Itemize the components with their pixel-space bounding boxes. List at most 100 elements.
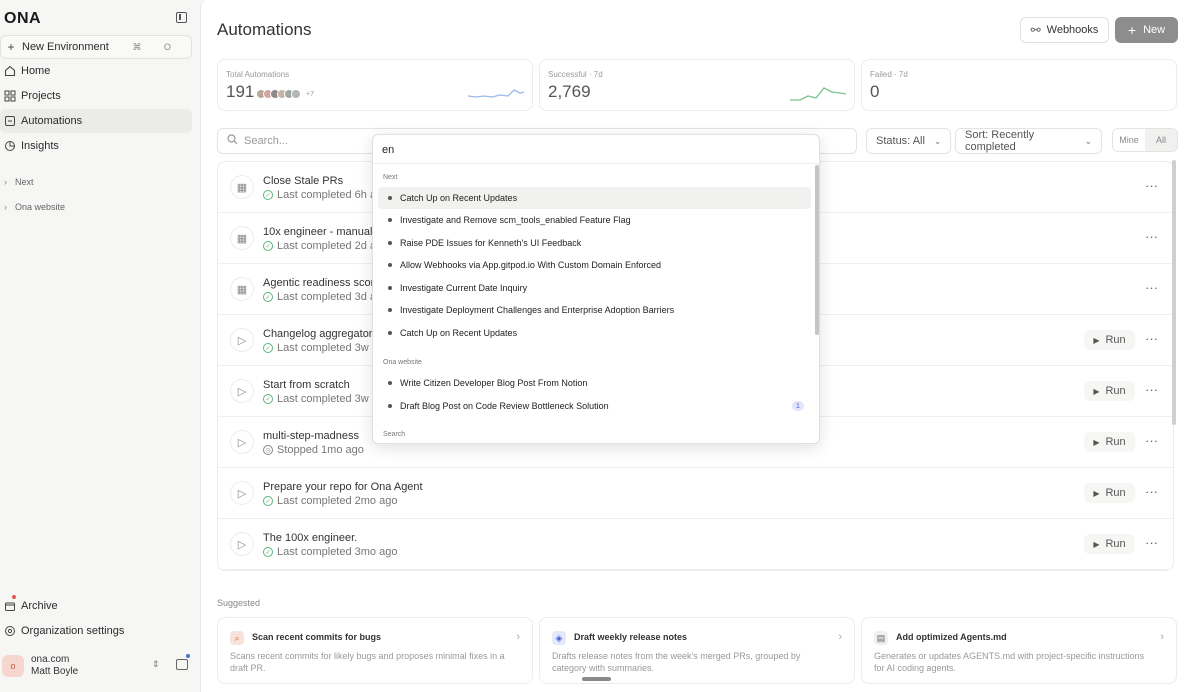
calendar-clock-icon: ▦ xyxy=(230,277,254,301)
more-options-icon[interactable]: ··· xyxy=(1145,433,1158,448)
calendar-clock-icon: ▦ xyxy=(230,175,254,199)
more-options-icon[interactable]: ··· xyxy=(1145,229,1158,244)
automation-title[interactable]: multi-step-madness xyxy=(263,430,359,442)
automation-icon xyxy=(2,113,18,129)
toggle-mine[interactable]: Mine xyxy=(1113,129,1145,151)
suggested-card[interactable]: ◈ Draft weekly release notes Drafts rele… xyxy=(539,617,855,684)
webhooks-label: Webhooks xyxy=(1046,24,1099,36)
automation-status: ✓ Last completed 3mo ago xyxy=(263,546,397,558)
table-row[interactable]: ▷ Prepare your repo for Ona Agent ✓ Last co… xyxy=(218,468,1173,519)
sidebar-item-archive[interactable]: Archive xyxy=(0,594,192,618)
more-options-icon[interactable]: ··· xyxy=(1145,382,1158,397)
more-options-icon[interactable]: ··· xyxy=(1145,535,1158,550)
popup-result-item[interactable]: Catch Up on Recent Updates xyxy=(378,187,811,209)
bullet-icon xyxy=(388,196,392,200)
popup-result-item[interactable]: Investigate and Remove scm_tools_enabled… xyxy=(378,209,811,231)
sidebar-item-label: Insights xyxy=(21,140,59,152)
automation-title[interactable]: Close Stale PRs xyxy=(263,175,343,187)
suggested-description: Generates or updates AGENTS.md with proj… xyxy=(874,651,1145,673)
popup-result-label: Allow Webhooks via App.gitpod.io With Cu… xyxy=(400,260,661,270)
sidebar-section-label: Next xyxy=(15,177,34,187)
run-button[interactable]: ▶ Run xyxy=(1084,432,1135,452)
bullet-icon xyxy=(388,381,392,385)
clock-icon: ◷ xyxy=(263,445,273,455)
suggested-label: Suggested xyxy=(217,598,261,608)
play-icon: ▶ xyxy=(1093,386,1100,396)
page-title: Automations xyxy=(217,20,312,39)
sidebar-item-organization-settings[interactable]: Organization settings xyxy=(0,619,192,643)
megaphone-icon: ◈ xyxy=(552,631,566,645)
calendar-clock-icon: ▦ xyxy=(230,226,254,250)
popup-result-item[interactable]: Write Citizen Developer Blog Post From N… xyxy=(378,372,811,394)
sidebar-item-automations[interactable]: Automations xyxy=(0,109,192,133)
ownership-toggle: Mine All xyxy=(1112,128,1178,152)
stat-label: Total Automations xyxy=(226,70,290,79)
chevron-right-icon: › xyxy=(1160,631,1164,643)
popup-result-item[interactable]: Draft Blog Post on Code Review Bottlenec… xyxy=(378,395,811,417)
automation-title[interactable]: Agentic readiness scorer xyxy=(263,277,384,289)
status-filter-dropdown[interactable]: Status: All ⌄ xyxy=(866,128,952,154)
check-circle-icon: ✓ xyxy=(263,394,273,404)
popup-result-label: Investigate Deployment Challenges and En… xyxy=(400,305,675,315)
more-options-icon[interactable]: ··· xyxy=(1145,280,1158,295)
popup-result-item[interactable]: Allow Webhooks via App.gitpod.io With Cu… xyxy=(378,254,811,276)
suggested-title: Scan recent commits for bugs xyxy=(252,632,382,642)
more-options-icon[interactable]: ··· xyxy=(1145,178,1158,193)
play-icon: ▶ xyxy=(1093,539,1100,549)
list-scrollbar[interactable] xyxy=(1172,160,1176,425)
popup-result-label: Investigate Current Date Inquiry xyxy=(400,283,528,293)
run-label: Run xyxy=(1105,487,1126,499)
inbox-icon[interactable] xyxy=(176,659,188,670)
automation-title[interactable]: Start from scratch xyxy=(263,379,350,391)
chevron-right-icon: › xyxy=(516,631,520,643)
new-automation-button[interactable]: + New xyxy=(1115,17,1178,43)
popup-result-item[interactable]: Investigate Current Date Inquiry xyxy=(378,277,811,299)
notification-dot xyxy=(186,654,190,658)
play-circle-icon: ▷ xyxy=(230,379,254,403)
run-button[interactable]: ▶ Run xyxy=(1084,483,1135,503)
run-button[interactable]: ▶ Run xyxy=(1084,534,1135,554)
check-circle-icon: ✓ xyxy=(263,547,273,557)
new-environment-button[interactable]: + New Environment ⌘ O xyxy=(0,35,192,59)
more-options-icon[interactable]: ··· xyxy=(1145,331,1158,346)
sidebar-item-label: Automations xyxy=(21,115,83,127)
ona-logo[interactable]: ONA xyxy=(4,10,41,28)
automation-title[interactable]: Changelog aggregator xyxy=(263,328,372,340)
run-label: Run xyxy=(1105,385,1126,397)
suggested-card[interactable]: ⌕ Scan recent commits for bugs Scans rec… xyxy=(217,617,533,684)
automation-title[interactable]: Prepare your repo for Ona Agent xyxy=(263,481,423,493)
popup-result-item[interactable]: Raise PDE Issues for Kenneth's UI Feedba… xyxy=(378,232,811,254)
run-button[interactable]: ▶ Run xyxy=(1084,330,1135,350)
popup-search-input[interactable]: en xyxy=(373,135,819,164)
webhooks-button[interactable]: ⚯ Webhooks xyxy=(1020,17,1109,43)
sidebar-section-next[interactable]: › Next xyxy=(4,177,34,187)
sidebar-section-ona-website[interactable]: › Ona website xyxy=(4,202,65,212)
avatar: o xyxy=(2,655,24,677)
user-switcher[interactable]: o ona.com Matt Boyle ⇕ xyxy=(2,651,196,681)
sidebar-item-insights[interactable]: Insights xyxy=(0,134,192,158)
chart-pie-icon xyxy=(2,138,18,154)
suggested-card[interactable]: ▤ Add optimized Agents.md Generates or u… xyxy=(861,617,1177,684)
sidebar-item-projects[interactable]: Projects xyxy=(0,84,192,108)
search-placeholder: Search... xyxy=(244,135,289,147)
sort-dropdown[interactable]: Sort: Recently completed ⌄ xyxy=(955,128,1102,154)
search-icon: ⌕ xyxy=(230,631,244,645)
more-options-icon[interactable]: ··· xyxy=(1145,484,1158,499)
sidebar-item-home[interactable]: Home xyxy=(0,59,192,83)
check-circle-icon: ✓ xyxy=(263,343,273,353)
toggle-all[interactable]: All xyxy=(1145,129,1177,151)
new-label: New xyxy=(1143,24,1166,36)
plus-icon: + xyxy=(1127,22,1137,38)
run-button[interactable]: ▶ Run xyxy=(1084,381,1135,401)
sidebar-toggle-icon[interactable] xyxy=(176,12,187,23)
popup-result-item[interactable]: Investigate Deployment Challenges and En… xyxy=(378,299,811,321)
automation-title[interactable]: The 100x engineer. xyxy=(263,532,357,544)
table-row[interactable]: ▷ The 100x engineer. ✓ Last completed 3mo a… xyxy=(218,519,1173,570)
suggested-description: Scans recent commits for likely bugs and… xyxy=(230,651,505,673)
chevron-right-icon: › xyxy=(4,202,7,212)
avatars-more: +7 xyxy=(306,90,314,98)
popup-scrollbar[interactable] xyxy=(815,165,819,335)
scroll-handle[interactable] xyxy=(582,677,611,681)
popup-result-item[interactable]: Catch Up on Recent Updates xyxy=(378,322,811,344)
user-name: Matt Boyle xyxy=(31,666,79,677)
